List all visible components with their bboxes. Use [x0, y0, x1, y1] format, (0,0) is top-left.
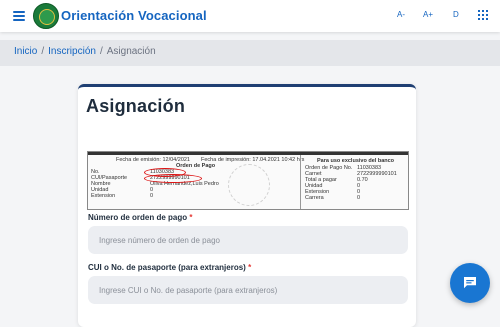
top-navbar: Orientación Vocacional A- A+ D — [0, 0, 500, 32]
hamburger-icon[interactable] — [13, 11, 25, 21]
receipt-row-label: Extension — [91, 193, 116, 199]
bank-row-label: Carrera — [305, 195, 324, 201]
cui-label: CUI o No. de pasaporte (para extranjeros… — [88, 263, 252, 272]
receipt-heading: Orden de Pago — [176, 163, 216, 169]
chat-bubble-icon — [464, 277, 476, 289]
brand-title[interactable]: Orientación Vocacional — [61, 8, 207, 23]
receipt-print-date: Fecha de impresión: 17.04.2021 10:42 hrs — [201, 157, 305, 163]
font-decrease-button[interactable]: A- — [397, 10, 405, 19]
bank-section: Para uso exclusivo del banco Orden de Pa… — [300, 155, 408, 209]
font-default-button[interactable]: D — [453, 10, 459, 19]
font-increase-button[interactable]: A+ — [423, 10, 433, 19]
grid-icon[interactable] — [478, 10, 488, 20]
bank-heading: Para uso exclusivo del banco — [317, 158, 395, 164]
chat-button[interactable] — [450, 263, 490, 303]
breadcrumb-current: Asignación — [106, 46, 156, 57]
order-number-input[interactable]: Ingrese número de orden de pago — [88, 226, 408, 254]
page-title: Asignación — [86, 96, 186, 116]
receipt-extension: 0 — [150, 193, 154, 199]
order-number-label: Número de orden de pago * — [88, 213, 193, 222]
breadcrumb: Inicio / Inscripción / Asignación — [0, 40, 500, 66]
highlight-oval — [144, 174, 202, 183]
assignment-card: Asignación Fecha de emisión: 12/04/2021 … — [78, 84, 416, 327]
cui-input[interactable]: Ingrese CUI o No. de pasaporte (para ext… — [88, 276, 408, 304]
breadcrumb-inscripcion[interactable]: Inscripción — [48, 46, 96, 57]
payment-order-receipt-image: Fecha de emisión: 12/04/2021 Fecha de im… — [87, 151, 409, 210]
university-logo[interactable] — [33, 3, 59, 29]
bank-row-value: 0 — [357, 195, 361, 201]
receipt-watermark-seal — [228, 164, 270, 206]
breadcrumb-inicio[interactable]: Inicio — [14, 46, 37, 57]
